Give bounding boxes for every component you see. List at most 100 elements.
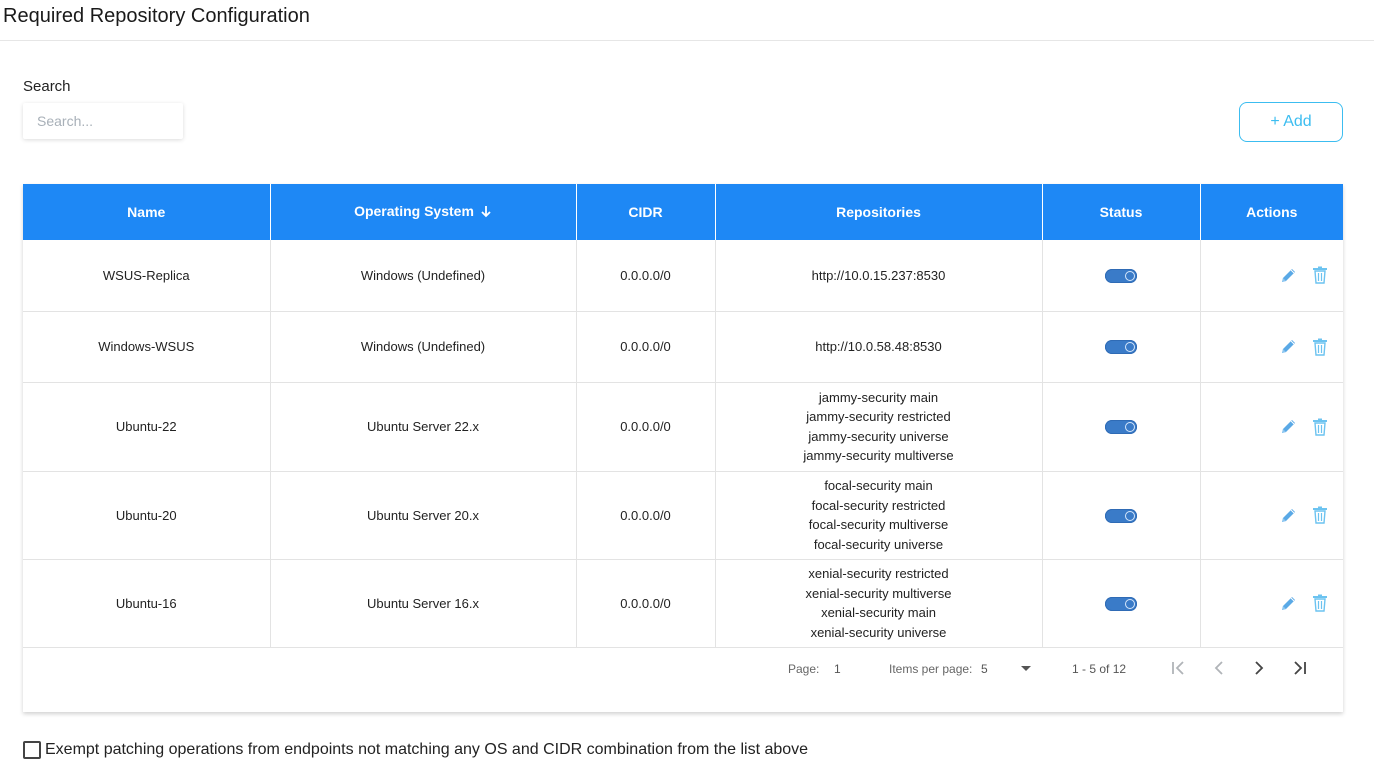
column-header-name[interactable]: Name xyxy=(23,184,271,240)
pencil-icon[interactable] xyxy=(1279,594,1297,612)
pencil-icon[interactable] xyxy=(1279,418,1297,436)
pencil-icon[interactable] xyxy=(1279,266,1297,284)
items-per-page-select[interactable]: 5 xyxy=(981,662,988,676)
page-label: Page: xyxy=(788,662,820,676)
cell-actions xyxy=(1200,240,1344,312)
column-header-operating-system-label: Operating System xyxy=(354,203,474,220)
row-actions xyxy=(1201,418,1344,436)
cell-actions xyxy=(1200,311,1344,383)
cell-status xyxy=(1042,311,1201,383)
cell-operating-system: Ubuntu Server 20.x xyxy=(270,471,577,560)
cell-status xyxy=(1042,559,1201,648)
cell-operating-system: Ubuntu Server 16.x xyxy=(270,559,577,648)
repository-entry: focal-security restricted xyxy=(811,497,946,513)
cell-status xyxy=(1042,240,1201,312)
search-box xyxy=(23,103,183,139)
trash-icon[interactable] xyxy=(1311,506,1329,524)
table-row: Ubuntu-20 Ubuntu Server 20.x 0.0.0.0/0 foca… xyxy=(23,471,1344,560)
cell-status xyxy=(1042,471,1201,560)
repository-entry: http://10.0.58.48:8530 xyxy=(815,338,942,354)
column-header-status[interactable]: Status xyxy=(1042,184,1201,240)
cell-name: Ubuntu-20 xyxy=(23,471,271,560)
cell-operating-system: Ubuntu Server 22.x xyxy=(270,382,577,472)
cell-status xyxy=(1042,382,1201,472)
last-page-icon[interactable] xyxy=(1289,658,1309,678)
cell-operating-system: Windows (Undefined) xyxy=(270,311,577,383)
cell-actions xyxy=(1200,382,1344,472)
table-row: Ubuntu-22 Ubuntu Server 22.x 0.0.0.0/0 jamm… xyxy=(23,382,1344,472)
column-header-operating-system[interactable]: Operating System xyxy=(270,184,577,240)
repository-entry: xenial-security multiverse xyxy=(805,585,952,601)
previous-page-icon[interactable] xyxy=(1209,658,1229,678)
repository-entry: xenial-security universe xyxy=(810,624,947,640)
cell-cidr: 0.0.0.0/0 xyxy=(576,240,716,312)
page-header: Required Repository Configuration xyxy=(0,0,1374,41)
search-input[interactable] xyxy=(23,103,183,139)
cell-actions xyxy=(1200,471,1344,560)
cell-cidr: 0.0.0.0/0 xyxy=(576,471,716,560)
pencil-icon[interactable] xyxy=(1279,506,1297,524)
repository-entry: focal-security multiverse xyxy=(808,517,949,532)
exempt-label: Exempt patching operations from endpoint… xyxy=(45,741,809,758)
repository-table: Name Operating System CIDR Repositories … xyxy=(23,184,1343,648)
trash-icon[interactable] xyxy=(1311,418,1329,436)
cell-cidr: 0.0.0.0/0 xyxy=(576,311,716,383)
column-header-repositories[interactable]: Repositories xyxy=(715,184,1043,240)
page-range: 1 - 5 of 12 xyxy=(1072,662,1127,676)
cell-repositories: focal-security main focal-security restri… xyxy=(715,471,1043,560)
cell-cidr: 0.0.0.0/0 xyxy=(576,382,716,472)
repository-entry: jammy-security multiverse xyxy=(803,448,954,463)
next-page-icon[interactable] xyxy=(1249,658,1269,678)
repository-entry: xenial-security restricted xyxy=(808,566,949,581)
row-actions xyxy=(1201,338,1344,356)
repository-entry: http://10.0.15.237:8530 xyxy=(811,267,946,283)
table-row: Windows-WSUS Windows (Undefined) 0.0.0.0/0… xyxy=(23,311,1344,383)
cell-operating-system: Windows (Undefined) xyxy=(270,240,577,312)
cell-actions xyxy=(1200,559,1344,648)
cell-name: Windows-WSUS xyxy=(23,311,271,383)
table-header-row: Name Operating System CIDR Repositories … xyxy=(23,184,1343,240)
page-title: Required Repository Configuration xyxy=(3,5,310,27)
cell-repositories: xenial-security restricted xenial-securit… xyxy=(715,559,1043,648)
search-label: Search xyxy=(23,78,71,95)
row-actions xyxy=(1201,506,1344,524)
first-page-icon[interactable] xyxy=(1169,658,1189,678)
page-input[interactable]: 1 xyxy=(834,662,841,676)
repository-entry: jammy-security main xyxy=(818,389,939,405)
cell-repositories: jammy-security main jammy-security restri… xyxy=(715,382,1043,472)
paginator: Page: 1 Items per page: 5 1 - 5 of 12 xyxy=(23,647,1343,687)
row-actions xyxy=(1201,594,1344,612)
table-body: WSUS-Replica Windows (Undefined) 0.0.0.0/0… xyxy=(23,240,1344,648)
trash-icon[interactable] xyxy=(1311,338,1329,356)
cell-name: Ubuntu-16 xyxy=(23,559,271,648)
trash-icon[interactable] xyxy=(1311,266,1329,284)
exempt-checkbox[interactable] xyxy=(23,741,41,759)
table-row: Ubuntu-16 Ubuntu Server 16.x 0.0.0.0/0 xeni… xyxy=(23,559,1344,648)
cell-repositories: http://10.0.58.48:8530 xyxy=(715,311,1043,383)
repository-entry: jammy-security restricted xyxy=(806,409,951,424)
repository-table-card: Name Operating System CIDR Repositories … xyxy=(23,184,1343,712)
repository-entry: focal-security universe xyxy=(813,536,944,552)
column-header-cidr[interactable]: CIDR xyxy=(576,184,716,240)
cell-name: Ubuntu-22 xyxy=(23,382,271,472)
add-button[interactable]: + Add xyxy=(1239,102,1343,142)
repository-entry: jammy-security universe xyxy=(808,428,949,444)
row-actions xyxy=(1201,266,1344,284)
status-toggle[interactable] xyxy=(1105,269,1137,284)
status-toggle[interactable] xyxy=(1105,340,1137,355)
status-toggle[interactable] xyxy=(1105,420,1137,435)
status-toggle[interactable] xyxy=(1105,508,1137,523)
cell-cidr: 0.0.0.0/0 xyxy=(576,559,716,648)
items-per-page-label: Items per page: xyxy=(889,662,973,676)
status-toggle[interactable] xyxy=(1105,596,1137,611)
arrow-down-icon xyxy=(480,205,492,221)
cell-name: WSUS-Replica xyxy=(23,240,271,312)
chevron-down-icon[interactable] xyxy=(1021,666,1031,671)
cell-repositories: http://10.0.15.237:8530 xyxy=(715,240,1043,312)
pencil-icon[interactable] xyxy=(1279,338,1297,356)
trash-icon[interactable] xyxy=(1311,594,1329,612)
repository-entry: xenial-security main xyxy=(821,605,936,620)
repository-entry: focal-security main xyxy=(824,478,933,493)
column-header-actions: Actions xyxy=(1200,184,1343,240)
exempt-option[interactable]: Exempt patching operations from endpoint… xyxy=(23,741,808,759)
